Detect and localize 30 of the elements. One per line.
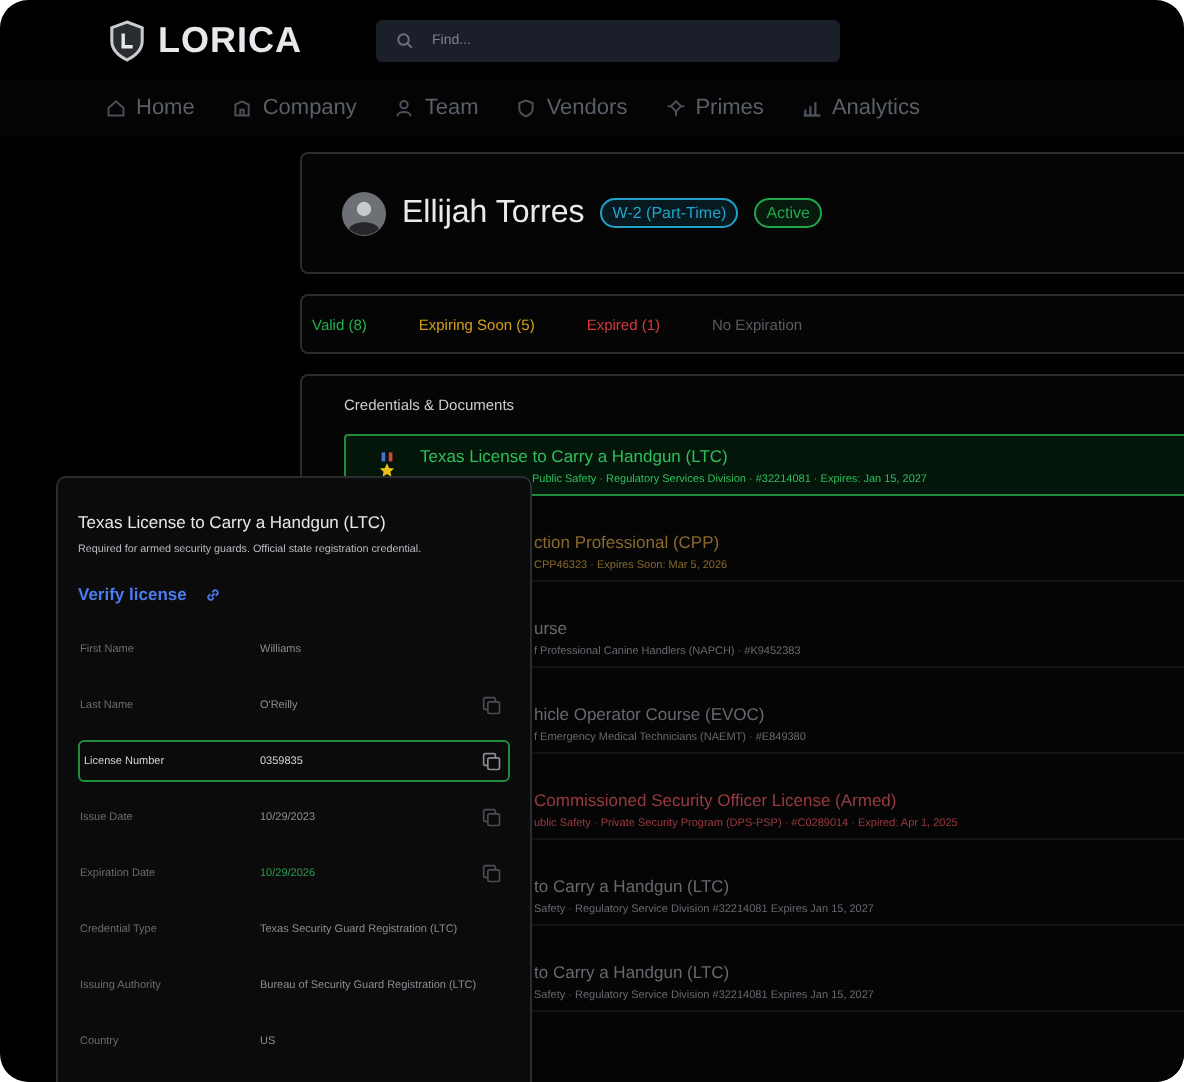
shield-icon (516, 98, 537, 118)
credential-title: Texas License to Carry a Handgun (LTC) (420, 445, 730, 465)
person-icon (394, 98, 415, 118)
nav-link[interactable]: Company (232, 96, 357, 120)
shield-logo-icon (108, 19, 146, 61)
nav-link[interactable]: Primes (665, 96, 764, 120)
nav-link[interactable]: Analytics (801, 96, 920, 120)
credential-title: urse (534, 617, 570, 637)
nav-link[interactable]: Team (394, 96, 479, 120)
brand-name: LORICA (158, 19, 304, 61)
medal-icon (378, 452, 396, 478)
nav-link[interactable]: Home (106, 96, 195, 120)
credential-title: hicle Operator Course (EVOC) (534, 703, 767, 723)
credential-title: to Carry a Handgun (LTC) (534, 961, 732, 981)
avatar-icon (342, 191, 386, 235)
credential-title: Commissioned Security Officer License (Armed) (534, 789, 899, 809)
credential-title: ction Professional (CPP) (534, 531, 722, 551)
nav-link[interactable]: Vendors (516, 96, 628, 120)
status-badge: Active (754, 198, 822, 228)
link-icon[interactable] (204, 585, 223, 603)
status-badge: W-2 (Part-Time) (600, 198, 739, 228)
diamond-icon (665, 98, 686, 118)
verify-link[interactable]: Verify license (78, 584, 187, 604)
employee-name: Ellijah Torres (402, 195, 585, 231)
popover-title: Texas License to Carry a Handgun (LTC) (78, 512, 388, 532)
building-icon (232, 98, 253, 118)
home-icon (106, 98, 126, 118)
copy-icon[interactable] (482, 751, 502, 771)
credential-title: to Carry a Handgun (LTC) (534, 875, 732, 895)
bar-chart-icon (801, 98, 822, 118)
